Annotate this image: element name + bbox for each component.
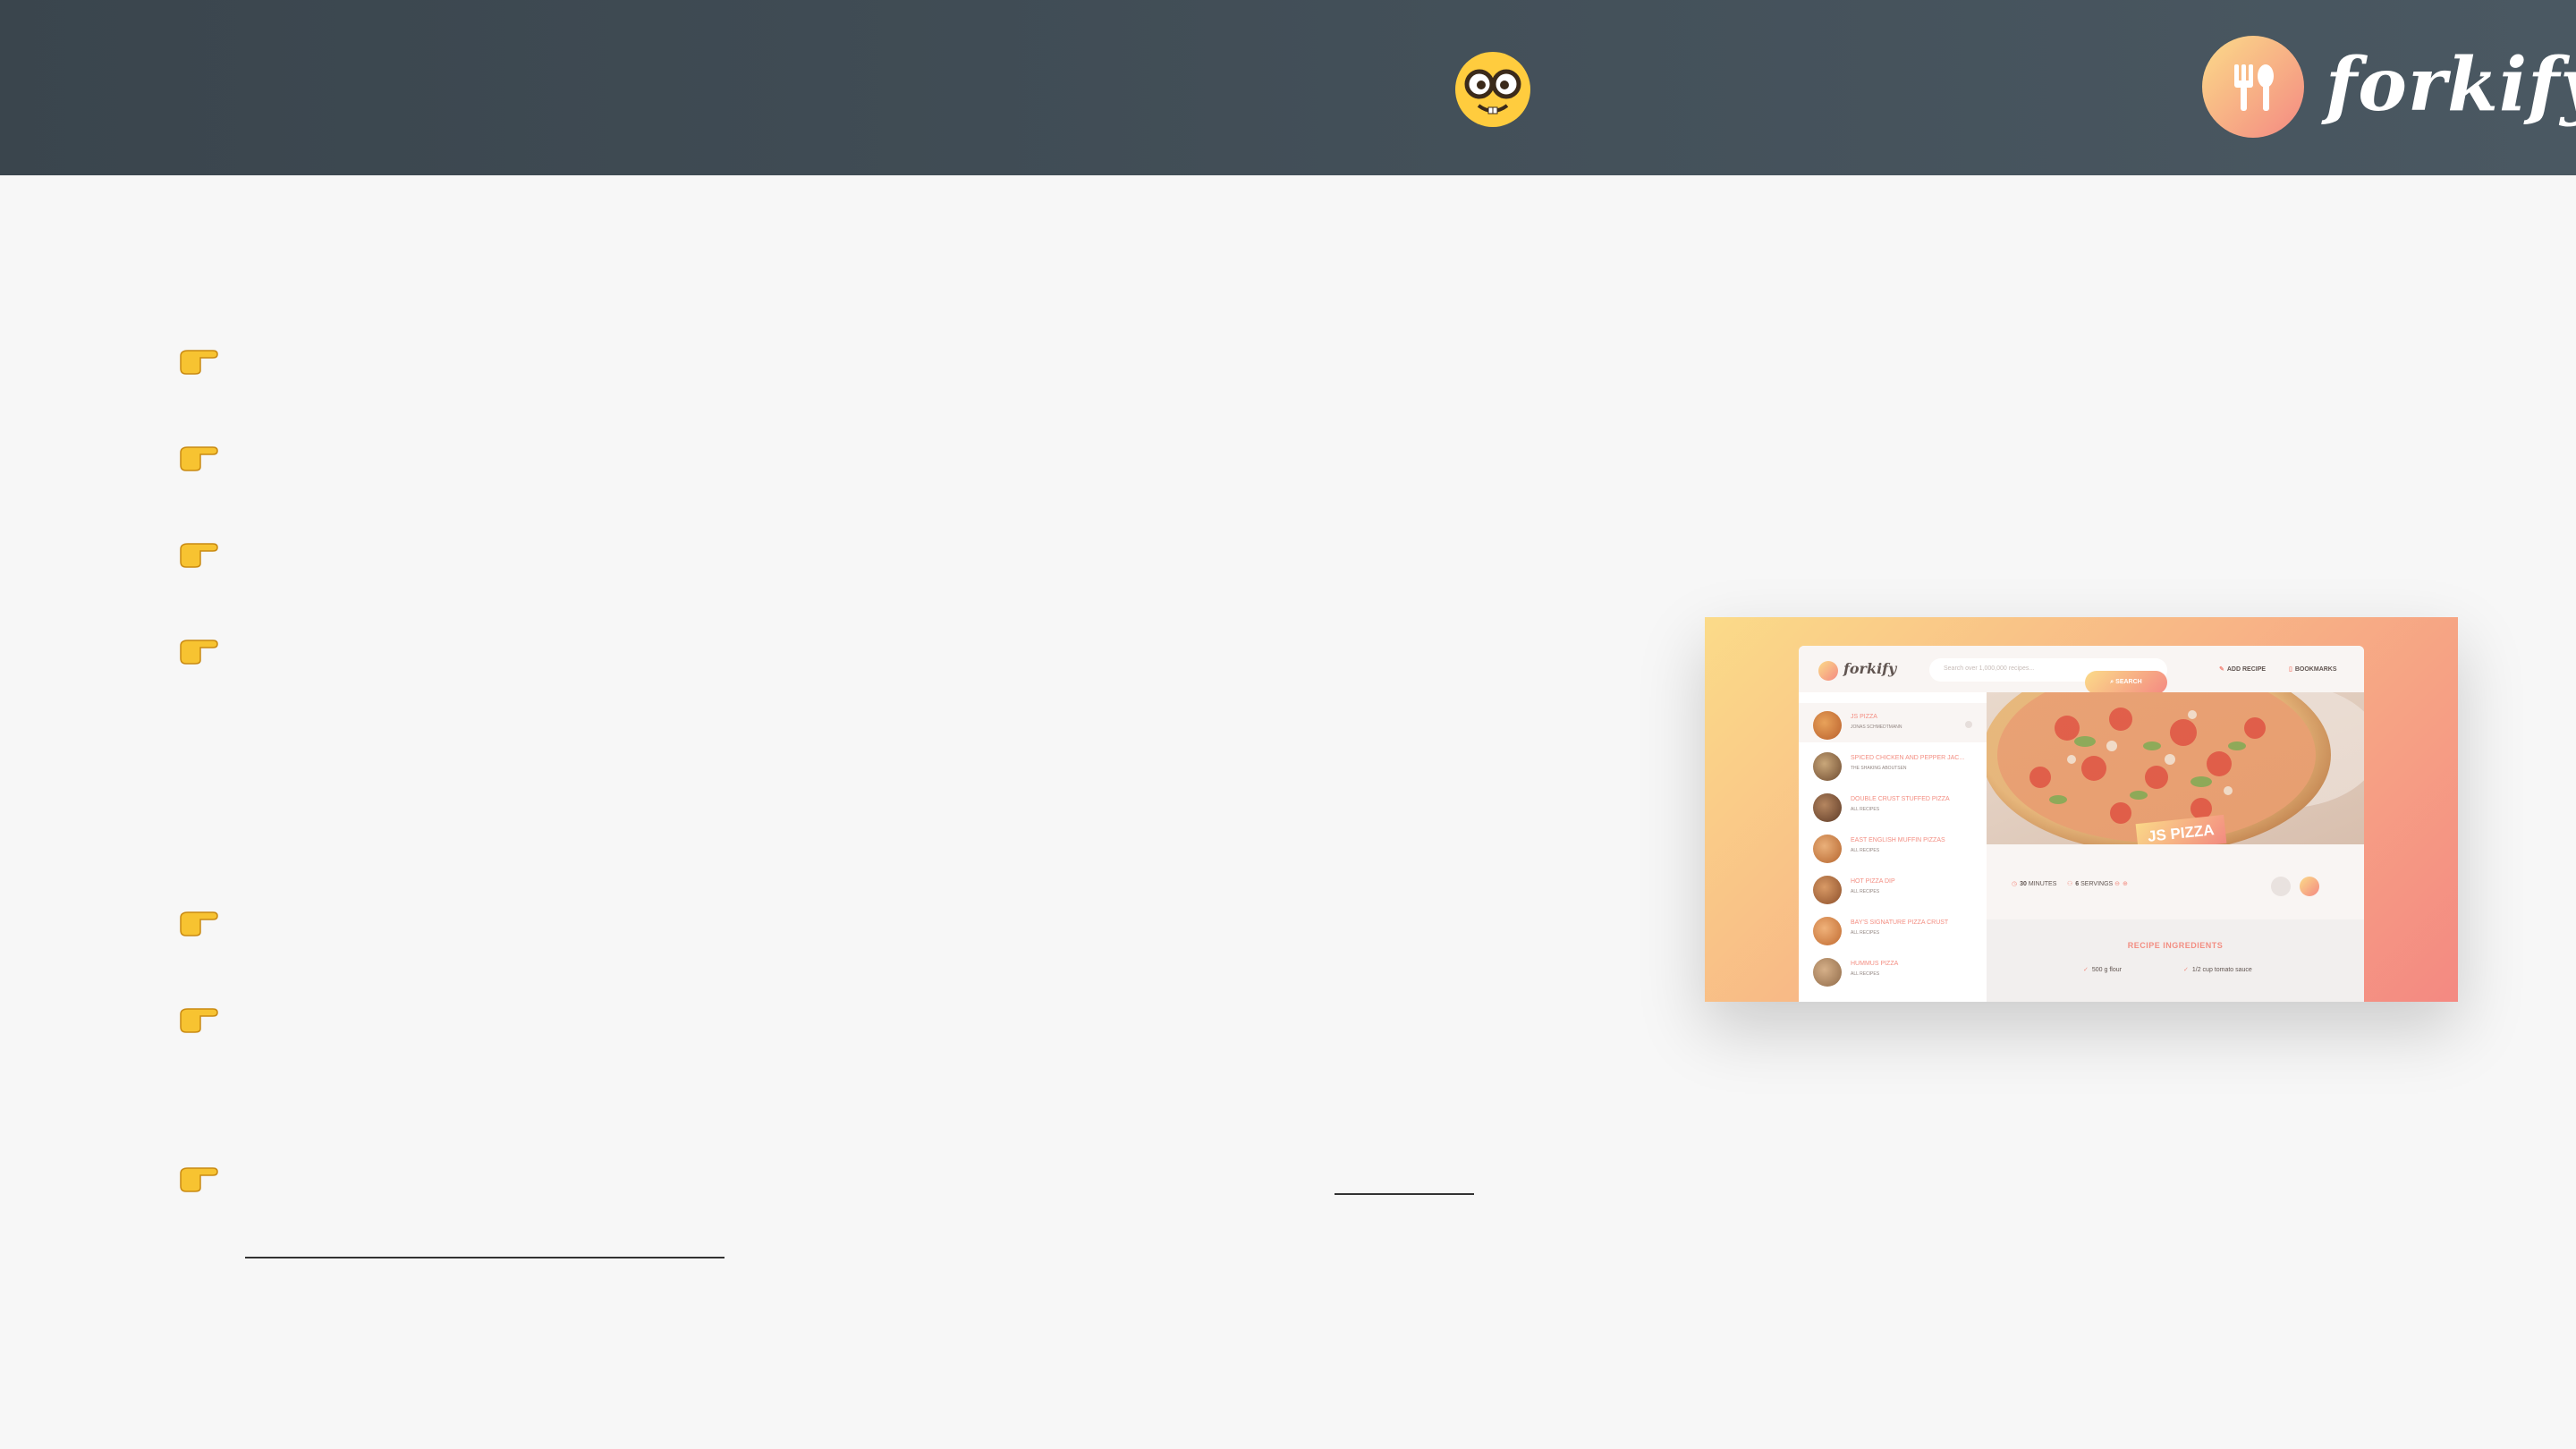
result-publisher: ALL RECIPES bbox=[1851, 930, 1880, 936]
recipe-thumbnail bbox=[1813, 876, 1842, 904]
recipe-image: JS PIZZA bbox=[1987, 692, 2364, 844]
servings-value: 6 bbox=[2075, 881, 2080, 887]
result-publisher: ALL RECIPES bbox=[1851, 807, 1880, 812]
list-item[interactable]: HUMMUS PIZZA ALL RECIPES bbox=[1799, 950, 1987, 989]
nav-bookmarks[interactable]: ▯ BOOKMARKS bbox=[2289, 665, 2337, 673]
edit-icon: ✎ bbox=[2219, 666, 2224, 673]
brand-logo bbox=[2202, 36, 2304, 138]
recipe-thumbnail bbox=[1813, 958, 1842, 987]
app-preview-screenshot: forkify Search over 1,000,000 recipes...… bbox=[1705, 617, 2458, 1002]
recipe-thumbnail bbox=[1813, 711, 1842, 740]
pointing-hand-icon bbox=[180, 1167, 218, 1192]
recipe-view: JS PIZZA ◷ 30 MINUTES ⚇ 6 SERVINGS ⊖ ⊕ RECI… bbox=[1987, 692, 2364, 1002]
recipe-details: ◷ 30 MINUTES ⚇ 6 SERVINGS ⊖ ⊕ bbox=[1987, 844, 2364, 919]
pointing-hand-icon bbox=[180, 640, 218, 665]
clock-icon: ◷ bbox=[2012, 881, 2018, 887]
minutes-value: 30 bbox=[2020, 881, 2027, 887]
ingredient-item: ✓ 500 g flour bbox=[2083, 966, 2122, 973]
plus-circle-icon[interactable]: ⊕ bbox=[2123, 881, 2128, 887]
app-logo-icon bbox=[1818, 661, 1838, 681]
list-item[interactable]: SPICED CHICKEN AND PEPPER JAC... THE SHA… bbox=[1799, 744, 1987, 784]
list-item[interactable]: BAY'S SIGNATURE PIZZA CRUST ALL RECIPES bbox=[1799, 909, 1987, 948]
pointing-hand-icon bbox=[180, 350, 218, 375]
recipe-thumbnail bbox=[1813, 835, 1842, 863]
app-header: forkify Search over 1,000,000 recipes...… bbox=[1799, 646, 2364, 694]
slide-header: forkify bbox=[0, 0, 2576, 175]
search-button[interactable]: ⌕ SEARCH bbox=[2085, 671, 2167, 694]
link-underline[interactable] bbox=[245, 1257, 724, 1258]
result-title: DOUBLE CRUST STUFFED PIZZA bbox=[1851, 796, 1950, 802]
app-logo-text: forkify bbox=[1843, 660, 1897, 677]
pointing-hand-icon bbox=[180, 543, 218, 568]
nav-add-recipe[interactable]: ✎ ADD RECIPE bbox=[2219, 665, 2266, 673]
result-title: EAST ENGLISH MUFFIN PIZZAS bbox=[1851, 837, 1945, 843]
nav-bookmarks-label: BOOKMARKS bbox=[2294, 666, 2337, 673]
minutes-label: MINUTES bbox=[2028, 881, 2057, 887]
list-item[interactable]: JS PIZZA JONAS SCHMEDTMANN bbox=[1799, 703, 1987, 742]
user-generated-icon bbox=[1965, 721, 1972, 728]
result-title: SPICED CHICKEN AND PEPPER JAC... bbox=[1851, 755, 1965, 761]
check-icon: ✓ bbox=[2183, 967, 2189, 973]
link-underline[interactable] bbox=[1335, 1193, 1474, 1195]
result-publisher: ALL RECIPES bbox=[1851, 889, 1880, 894]
search-button-label: SEARCH bbox=[2115, 679, 2142, 685]
pointing-hand-icon bbox=[180, 1008, 218, 1033]
pointing-hand-icon bbox=[180, 446, 218, 471]
fork-spoon-icon bbox=[2234, 64, 2274, 111]
result-title: HUMMUS PIZZA bbox=[1851, 961, 1899, 967]
list-item[interactable]: EAST ENGLISH MUFFIN PIZZAS ALL RECIPES bbox=[1799, 826, 1987, 866]
servings: ⚇ 6 SERVINGS ⊖ ⊕ bbox=[2067, 880, 2131, 887]
nerd-face-icon bbox=[1455, 52, 1530, 127]
search-bar[interactable]: Search over 1,000,000 recipes... ⌕ SEARC… bbox=[1929, 658, 2167, 694]
search-input[interactable]: Search over 1,000,000 recipes... bbox=[1944, 665, 2034, 672]
bookmark-button[interactable] bbox=[2300, 877, 2319, 896]
result-publisher: THE SHAKING ABOUTSEN bbox=[1851, 766, 1907, 771]
result-title: BAY'S SIGNATURE PIZZA CRUST bbox=[1851, 919, 1949, 926]
brand-name: forkify bbox=[2326, 42, 2576, 128]
result-publisher: JONAS SCHMEDTMANN bbox=[1851, 724, 1902, 730]
ingredient-text: 500 g flour bbox=[2091, 967, 2122, 973]
user-generated-icon bbox=[2271, 877, 2291, 896]
check-icon: ✓ bbox=[2083, 967, 2089, 973]
recipe-thumbnail bbox=[1813, 917, 1842, 945]
nav-add-recipe-label: ADD RECIPE bbox=[2226, 666, 2267, 673]
recipe-thumbnail bbox=[1813, 793, 1842, 822]
ingredients-heading: RECIPE INGREDIENTS bbox=[2127, 941, 2224, 950]
list-item[interactable]: HOT PIZZA DIP ALL RECIPES bbox=[1799, 868, 1987, 907]
servings-label: SERVINGS bbox=[2080, 881, 2114, 887]
result-title: HOT PIZZA DIP bbox=[1851, 878, 1895, 885]
result-publisher: ALL RECIPES bbox=[1851, 971, 1880, 977]
pointing-hand-icon bbox=[180, 911, 218, 936]
result-publisher: ALL RECIPES bbox=[1851, 848, 1880, 853]
recipe-ingredients: RECIPE INGREDIENTS ✓ 500 g flour ✓ 1/2 cup… bbox=[1987, 919, 2364, 1002]
cooking-time: ◷ 30 MINUTES bbox=[2012, 880, 2056, 887]
search-results: JS PIZZA JONAS SCHMEDTMANN SPICED CHICKE… bbox=[1799, 692, 1987, 1002]
users-icon: ⚇ bbox=[2067, 881, 2073, 887]
recipe-thumbnail bbox=[1813, 752, 1842, 781]
minus-circle-icon[interactable]: ⊖ bbox=[2114, 881, 2120, 887]
result-title: JS PIZZA bbox=[1851, 714, 1877, 720]
app-window: forkify Search over 1,000,000 recipes...… bbox=[1799, 646, 2364, 1002]
ingredient-item: ✓ 1/2 cup tomato sauce bbox=[2183, 966, 2252, 973]
ingredient-text: 1/2 cup tomato sauce bbox=[2191, 967, 2252, 973]
bookmark-icon: ▯ bbox=[2289, 666, 2292, 673]
list-item[interactable]: DOUBLE CRUST STUFFED PIZZA ALL RECIPES bbox=[1799, 785, 1987, 825]
